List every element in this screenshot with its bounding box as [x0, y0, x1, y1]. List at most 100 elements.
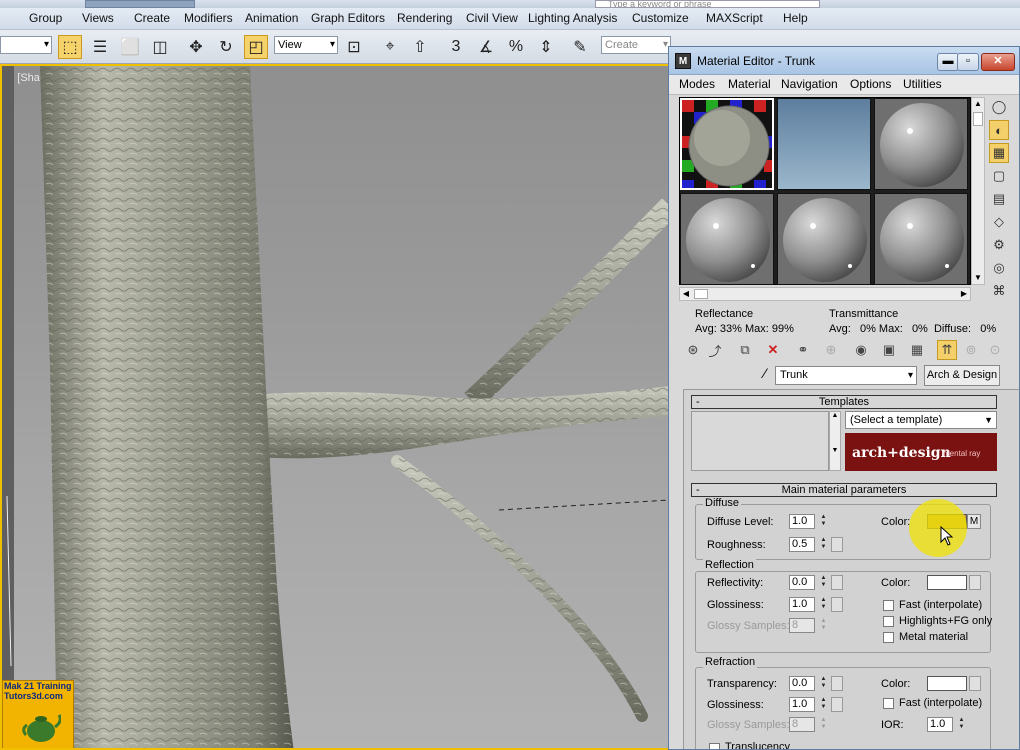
roughness-spinner[interactable]: ▲ ▼	[819, 537, 828, 552]
material-editor-titlebar[interactable]: M Material Editor - Trunk ▬ ▫ ✕	[669, 47, 1019, 75]
highlights-fg-checkbox[interactable]	[883, 616, 894, 627]
material-name-field[interactable]: Trunk	[775, 366, 917, 385]
refr-glossiness-map-button[interactable]	[831, 697, 843, 712]
roughness-map-button[interactable]	[831, 537, 843, 552]
reference-coordinate-dropdown[interactable]: View	[274, 36, 338, 54]
show-end-result-icon[interactable]: ▦	[907, 340, 927, 360]
go-to-parent-icon[interactable]: ⇈	[937, 340, 957, 360]
menu-group[interactable]: Group	[29, 11, 62, 25]
material-navigator-icon[interactable]: ⊙	[985, 340, 1005, 360]
percent-snap-icon[interactable]: %	[504, 35, 528, 59]
eyedropper-icon[interactable]: ⁄	[755, 365, 775, 385]
sample-slot-4[interactable]	[680, 193, 774, 285]
snap-toggle-icon[interactable]: 3	[444, 35, 468, 59]
sample-slot-2[interactable]	[777, 98, 871, 190]
refl-glossy-samples-spinner[interactable]: ▲ ▼	[819, 618, 828, 633]
menu-navigation[interactable]: Navigation	[781, 77, 838, 91]
window-crossing-icon[interactable]: ◫	[148, 35, 172, 59]
scroll-right-icon[interactable]: ▶	[958, 288, 970, 300]
scroll-left-icon[interactable]: ◀	[680, 288, 692, 300]
ior-spinner[interactable]: ▲ ▼	[957, 717, 966, 732]
make-preview-icon[interactable]: ◇	[989, 212, 1009, 232]
named-selection-set-dropdown[interactable]: Create Selection Se	[601, 36, 671, 54]
sample-slot-3[interactable]	[874, 98, 968, 190]
assign-to-selection-icon[interactable]: ⧉	[735, 340, 755, 360]
close-button[interactable]: ✕	[981, 53, 1015, 71]
main-params-rollout-header[interactable]: - Main material parameters	[691, 483, 997, 497]
slots-horizontal-scrollbar[interactable]: ◀ ▶	[679, 287, 971, 301]
menu-modes[interactable]: Modes	[679, 77, 715, 91]
backlight-icon[interactable]: ◐	[989, 120, 1009, 140]
transparency-field[interactable]: 0.0	[789, 676, 815, 691]
menu-lighting-analysis[interactable]: Lighting Analysis	[528, 11, 617, 25]
menu-rendering[interactable]: Rendering	[397, 11, 452, 25]
edit-named-selection-icon[interactable]: ✎	[568, 35, 592, 59]
selection-filter-dropdown[interactable]	[0, 36, 52, 54]
refr-color-map-button[interactable]	[969, 676, 981, 691]
maximize-button[interactable]: ▫	[957, 53, 979, 71]
video-color-check-icon[interactable]: ▤	[989, 189, 1009, 209]
sample-type-icon[interactable]: ◯	[989, 97, 1009, 117]
go-forward-sibling-icon[interactable]: ⊚	[961, 340, 981, 360]
perspective-viewport[interactable]: e ] [Shaded ] Mak 21 Training Tutors3d.c…	[0, 64, 668, 750]
menu-maxscript[interactable]: MAXScript	[706, 11, 763, 25]
diffuse-level-field[interactable]: 1.0	[789, 514, 815, 529]
angle-snap-icon[interactable]: ∡	[474, 35, 498, 59]
translucency-checkbox[interactable]	[709, 743, 720, 749]
pivot-icon[interactable]: ⊡	[342, 35, 366, 59]
refl-fast-interpolate-checkbox[interactable]	[883, 600, 894, 611]
material-id-channel-icon[interactable]: ◉	[851, 340, 871, 360]
scale-icon[interactable]: ◰	[244, 35, 268, 59]
scroll-down-icon[interactable]: ▼	[972, 272, 984, 284]
refr-glossy-samples-field[interactable]: 8	[789, 717, 815, 732]
options-icon[interactable]: ⚙	[989, 235, 1009, 255]
scroll-thumb[interactable]	[973, 112, 983, 126]
menu-material[interactable]: Material	[728, 77, 771, 91]
menu-animation[interactable]: Animation	[245, 11, 298, 25]
refr-color-swatch[interactable]	[927, 676, 967, 691]
menu-options[interactable]: Options	[850, 77, 891, 91]
minimize-button[interactable]: ▬	[937, 53, 959, 71]
hscroll-thumb[interactable]	[694, 289, 708, 299]
reflectivity-field[interactable]: 0.0	[789, 575, 815, 590]
reflectivity-spinner[interactable]: ▲ ▼	[819, 575, 828, 590]
roughness-field[interactable]: 0.5	[789, 537, 815, 552]
refr-glossiness-field[interactable]: 1.0	[789, 697, 815, 712]
select-by-material-icon[interactable]: ◎	[989, 258, 1009, 278]
menu-graph-editors[interactable]: Graph Editors	[311, 11, 385, 25]
show-shaded-material-icon[interactable]: ▣	[879, 340, 899, 360]
put-to-library-icon[interactable]: ⊕	[821, 340, 841, 360]
menu-civil-view[interactable]: Civil View	[466, 11, 518, 25]
menu-modifiers[interactable]: Modifiers	[184, 11, 233, 25]
template-dropdown[interactable]: (Select a template)	[845, 411, 997, 429]
menu-help[interactable]: Help	[783, 11, 808, 25]
menu-create[interactable]: Create	[134, 11, 170, 25]
keyboard-shortcut-icon[interactable]: ⇧	[408, 35, 432, 59]
spinner-snap-icon[interactable]: ⇕	[534, 35, 558, 59]
rotate-icon[interactable]: ↻	[214, 35, 238, 59]
refr-glossy-samples-spinner[interactable]: ▲ ▼	[819, 717, 828, 732]
refl-color-map-button[interactable]	[969, 575, 981, 590]
menu-customize[interactable]: Customize	[632, 11, 689, 25]
menu-utilities[interactable]: Utilities	[903, 77, 942, 91]
refl-glossiness-spinner[interactable]: ▲ ▼	[819, 597, 828, 612]
make-unique-icon[interactable]: ⚭	[793, 340, 813, 360]
select-object-icon[interactable]: ⬚	[58, 35, 82, 59]
reflectivity-map-button[interactable]	[831, 575, 843, 590]
sample-slot-trunk[interactable]	[680, 98, 774, 190]
move-icon[interactable]: ✥	[184, 35, 208, 59]
select-by-name-icon[interactable]: ☰	[88, 35, 112, 59]
diffuse-map-button[interactable]: M	[967, 514, 981, 529]
put-to-scene-icon[interactable]: ⤴	[705, 340, 725, 360]
refl-glossiness-field[interactable]: 1.0	[789, 597, 815, 612]
scroll-up-icon[interactable]: ▲	[972, 98, 984, 110]
refl-glossy-samples-field[interactable]: 8	[789, 618, 815, 633]
get-material-icon[interactable]: ⊛	[683, 340, 703, 360]
material-map-navigator-icon[interactable]: ⌘	[989, 281, 1009, 301]
template-scrollbar[interactable]: ▲ ▼	[829, 411, 841, 471]
sample-uv-tiling-icon[interactable]: ▢	[989, 166, 1009, 186]
ior-field[interactable]: 1.0	[927, 717, 953, 732]
background-checker-icon[interactable]: ▦	[989, 143, 1009, 163]
metal-material-checkbox[interactable]	[883, 632, 894, 643]
sample-slot-6[interactable]	[874, 193, 968, 285]
